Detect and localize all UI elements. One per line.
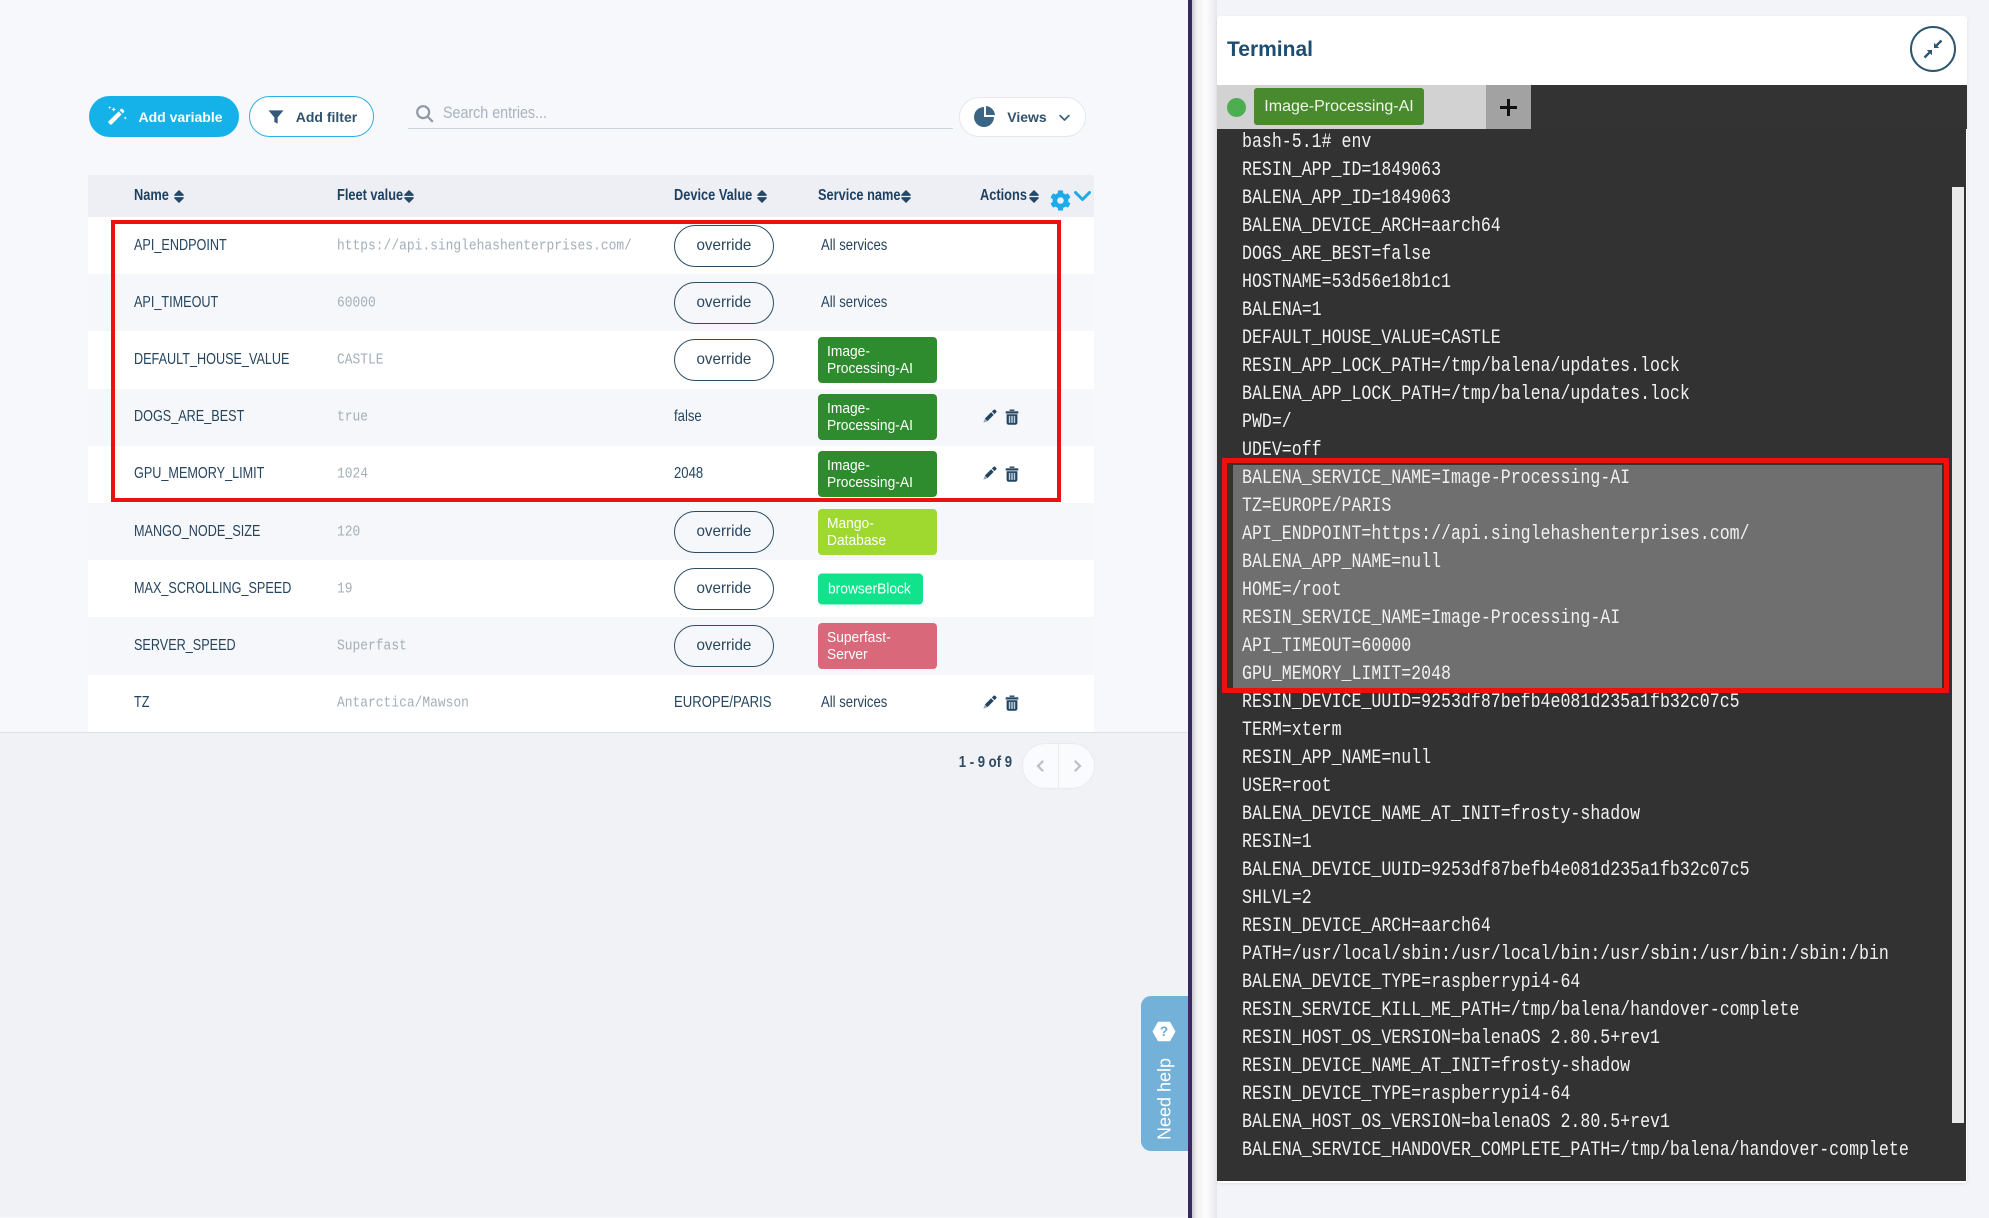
svg-text:?: ? [1160, 1024, 1168, 1039]
